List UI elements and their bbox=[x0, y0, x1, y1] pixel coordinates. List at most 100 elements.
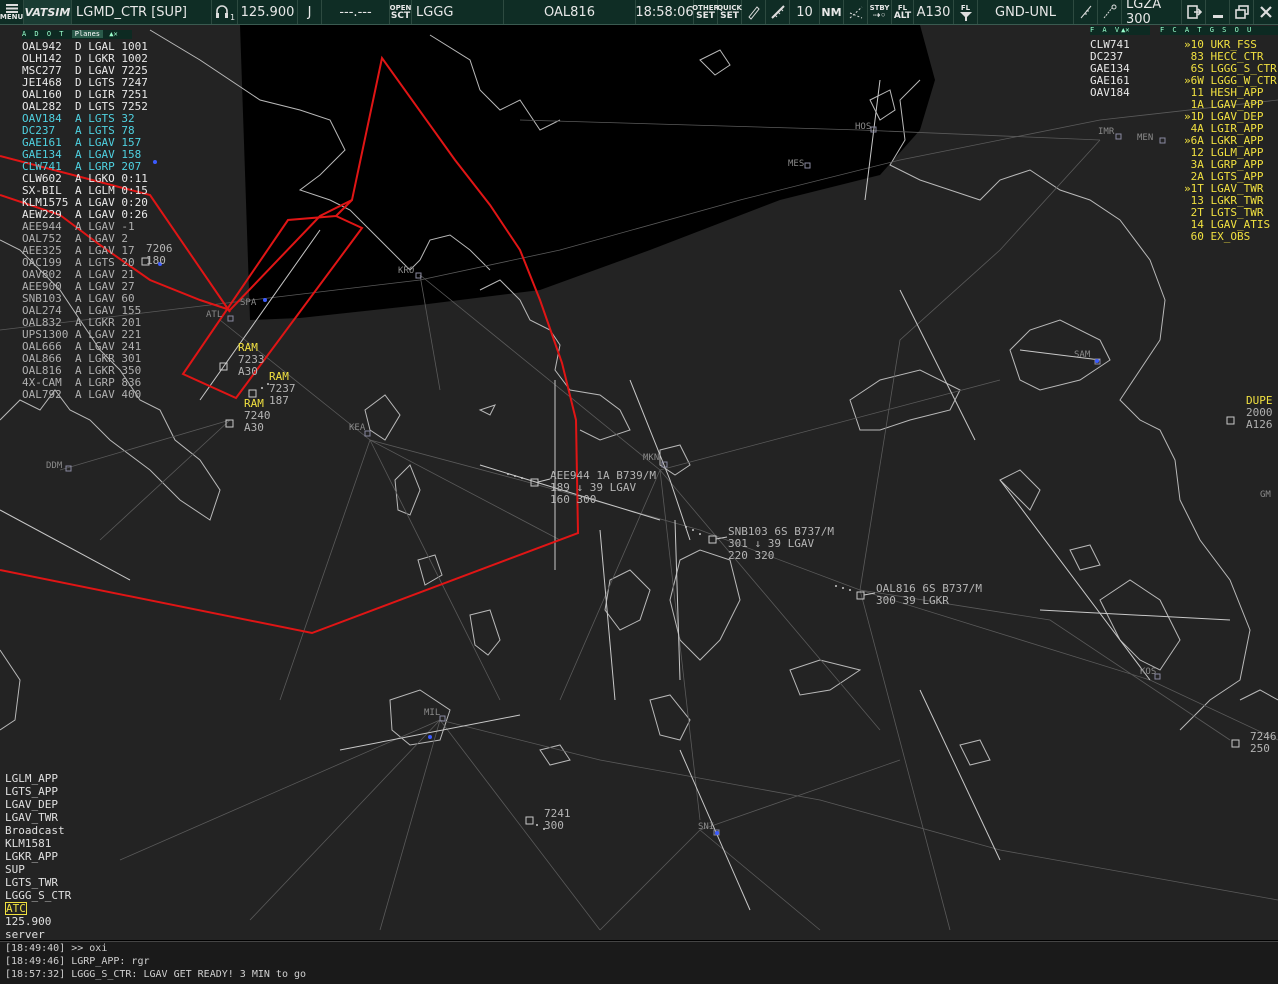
aircraft-tag-7246[interactable]: 7246 250 bbox=[1250, 731, 1277, 755]
atc-station-row[interactable]: 60 EX_OBS bbox=[1184, 231, 1277, 243]
wind-button[interactable] bbox=[1074, 0, 1098, 24]
chat-tab[interactable]: LGTS_APP bbox=[5, 785, 71, 798]
filter-fl-button[interactable]: FL bbox=[954, 0, 978, 24]
aircraft-tag-snb103[interactable]: SNB103 6S B737/M 301 ↓ 39 LGAV 220 320 bbox=[728, 526, 834, 562]
nm-button[interactable]: NM bbox=[820, 0, 844, 24]
headset-button[interactable]: 1 bbox=[212, 0, 238, 24]
aircraft-tag-7206[interactable]: 7206 180 bbox=[146, 243, 173, 267]
radar-scope[interactable]: HOS IMR MEN MES KRO SAM ATL KEA MKN DDM … bbox=[0, 25, 1278, 940]
chat-tab[interactable]: LGAV_DEP bbox=[5, 798, 71, 811]
frequency-text: 125.900 bbox=[240, 4, 295, 20]
secondary-frequency[interactable]: ---.--- bbox=[322, 0, 390, 24]
chat-tab[interactable]: Broadcast bbox=[5, 824, 71, 837]
secondary-frequency-text: ---.--- bbox=[339, 4, 372, 20]
atc-filter-tabs[interactable]: F C A T G S O U bbox=[1160, 26, 1253, 34]
aircraft-tag-7241[interactable]: 7241 300 bbox=[544, 808, 571, 832]
stby-arrow-icon: ⇢◦ bbox=[872, 11, 887, 21]
headset-icon bbox=[215, 5, 228, 18]
aircraft-tag-oal816[interactable]: OAL816 6S B737/M 300 39 LGKR bbox=[876, 583, 982, 607]
chat-tab[interactable]: KLM1581 bbox=[5, 837, 71, 850]
draw-tool-button[interactable] bbox=[742, 0, 766, 24]
pencil-icon bbox=[747, 6, 760, 20]
tag-line: 160 300 bbox=[550, 493, 597, 506]
open-bottom: SCT bbox=[390, 11, 411, 21]
fl-alt-button[interactable]: FL ALT bbox=[892, 0, 914, 24]
aircraft-tag-dupe[interactable]: DUPE 2000 A126 bbox=[1246, 395, 1273, 431]
primary-frequency[interactable]: 125.900 bbox=[238, 0, 298, 24]
fix-label: SPA bbox=[240, 298, 257, 308]
aircraft-tag-ram-7233[interactable]: RAM 7233 A30 bbox=[238, 342, 265, 378]
atc-list-header[interactable]: F C A T G S O U bbox=[1160, 26, 1278, 35]
chat-tab[interactable]: server bbox=[5, 928, 71, 940]
transition-altitude[interactable]: A130 bbox=[914, 0, 954, 24]
close-button[interactable] bbox=[1254, 0, 1278, 24]
fix-label: MEN bbox=[1137, 133, 1154, 143]
vatsim-logo: VATSIM bbox=[24, 0, 72, 24]
fix-label: KEA bbox=[349, 423, 366, 433]
chat-tab[interactable]: LGLM_APP bbox=[5, 772, 71, 785]
aircraft-tag-aee944[interactable]: AEE944 1A B739/M 189 ↓ 39 LGAV 160 300 bbox=[550, 470, 656, 506]
aircraft-list-row[interactable]: OAL792 A LGAV 400 bbox=[22, 389, 148, 401]
chat-tab[interactable]: SUP bbox=[5, 863, 71, 876]
filter-text: GND-UNL bbox=[995, 4, 1056, 20]
fix-label: MIL bbox=[424, 708, 441, 718]
fl-bottom: ALT bbox=[893, 11, 912, 21]
close-icon[interactable]: ✕ bbox=[113, 30, 117, 38]
callsign-display[interactable]: LGMD_CTR [SUP] bbox=[72, 0, 212, 24]
open-sct-button[interactable]: OPEN SCT bbox=[390, 0, 412, 24]
favourite-pilot-row[interactable]: OAV184 bbox=[1090, 87, 1130, 99]
altitude-filter[interactable]: GND-UNL bbox=[978, 0, 1074, 24]
list-filter-tabs[interactable]: A D O T bbox=[22, 30, 66, 38]
restore-icon bbox=[1234, 5, 1249, 19]
atis-letter[interactable]: J bbox=[298, 0, 322, 24]
chat-tabs: LGLM_APP LGTS_APP LGAV_DEP LGAV_TWR Broadcas… bbox=[5, 772, 71, 940]
measure-tool-button[interactable] bbox=[766, 0, 790, 24]
quick-set-button[interactable]: QUICK SET bbox=[717, 0, 742, 24]
planes-tab[interactable]: Planes bbox=[71, 30, 104, 38]
sector-file[interactable]: LGGG bbox=[412, 0, 504, 24]
chat-tab[interactable]: LGGG_S_CTR bbox=[5, 889, 71, 902]
favourites-header[interactable]: F A V▲✕ bbox=[1090, 26, 1150, 35]
chat-tab[interactable]: LGAV_TWR bbox=[5, 811, 71, 824]
selected-aircraft[interactable]: OAL816 bbox=[504, 0, 636, 24]
other-set-button[interactable]: OTHER SET bbox=[692, 0, 719, 24]
metar-button[interactable] bbox=[1098, 0, 1122, 24]
fav-tabs[interactable]: F A V bbox=[1090, 26, 1121, 34]
message-area[interactable]: [18:49:40] >> oxi [18:49:46] LGRP_APP: rg… bbox=[0, 941, 1278, 984]
restricted-area-fill bbox=[240, 25, 935, 320]
tag-line: A126 bbox=[1246, 418, 1273, 431]
chat-tab[interactable]: LGKR_APP bbox=[5, 850, 71, 863]
vector-tool-button[interactable] bbox=[844, 0, 868, 24]
range-display[interactable]: 10 bbox=[790, 0, 820, 24]
tag-line: 300 bbox=[544, 819, 564, 832]
tag-line: 220 320 bbox=[728, 549, 775, 562]
menu-label: MENU bbox=[0, 12, 24, 21]
minimize-icon bbox=[1212, 15, 1223, 18]
tag-line: A30 bbox=[244, 421, 264, 434]
fix-label: SAM bbox=[1074, 350, 1091, 360]
aircraft-list: OAL942 D LGAL 1001 OLH142 D LGKR 1002 MSC2… bbox=[22, 41, 148, 401]
aircraft-tag-ram-7237[interactable]: RAM 7237 187 bbox=[269, 371, 296, 407]
fix-label: HOS bbox=[855, 122, 872, 132]
chat-tab[interactable]: ATC bbox=[5, 902, 27, 915]
collapse-icon[interactable]: ▲✕ bbox=[1121, 26, 1129, 34]
minimize-button[interactable] bbox=[1206, 0, 1230, 24]
alt-text: A130 bbox=[916, 4, 951, 20]
exit-button[interactable] bbox=[1182, 0, 1206, 24]
metar-airport[interactable]: LGZA 300 bbox=[1122, 0, 1182, 24]
chat-message: [18:49:40] >> oxi bbox=[5, 943, 108, 954]
tag-line: 180 bbox=[146, 254, 166, 267]
fix-label: SNI bbox=[698, 822, 715, 832]
fix-label: KOS bbox=[1140, 667, 1157, 677]
restore-button[interactable] bbox=[1230, 0, 1254, 24]
chat-tab[interactable]: LGTS_TWR bbox=[5, 876, 71, 889]
aircraft-tag-ram-7240[interactable]: RAM 7240 A30 bbox=[244, 398, 271, 434]
utc-clock: 18:58:06 bbox=[635, 0, 694, 24]
chat-tab[interactable]: 125.900 bbox=[5, 915, 71, 928]
tag-line: 250 bbox=[1250, 742, 1270, 755]
aircraft-list-header[interactable]: A D O T Planes ▲✕ bbox=[22, 30, 132, 39]
stby-button[interactable]: STBY ⇢◦ bbox=[868, 0, 892, 24]
menu-button[interactable]: MENU bbox=[0, 0, 24, 24]
dotted-vector-icon bbox=[849, 6, 862, 19]
atis-letter-text: J bbox=[307, 4, 312, 20]
